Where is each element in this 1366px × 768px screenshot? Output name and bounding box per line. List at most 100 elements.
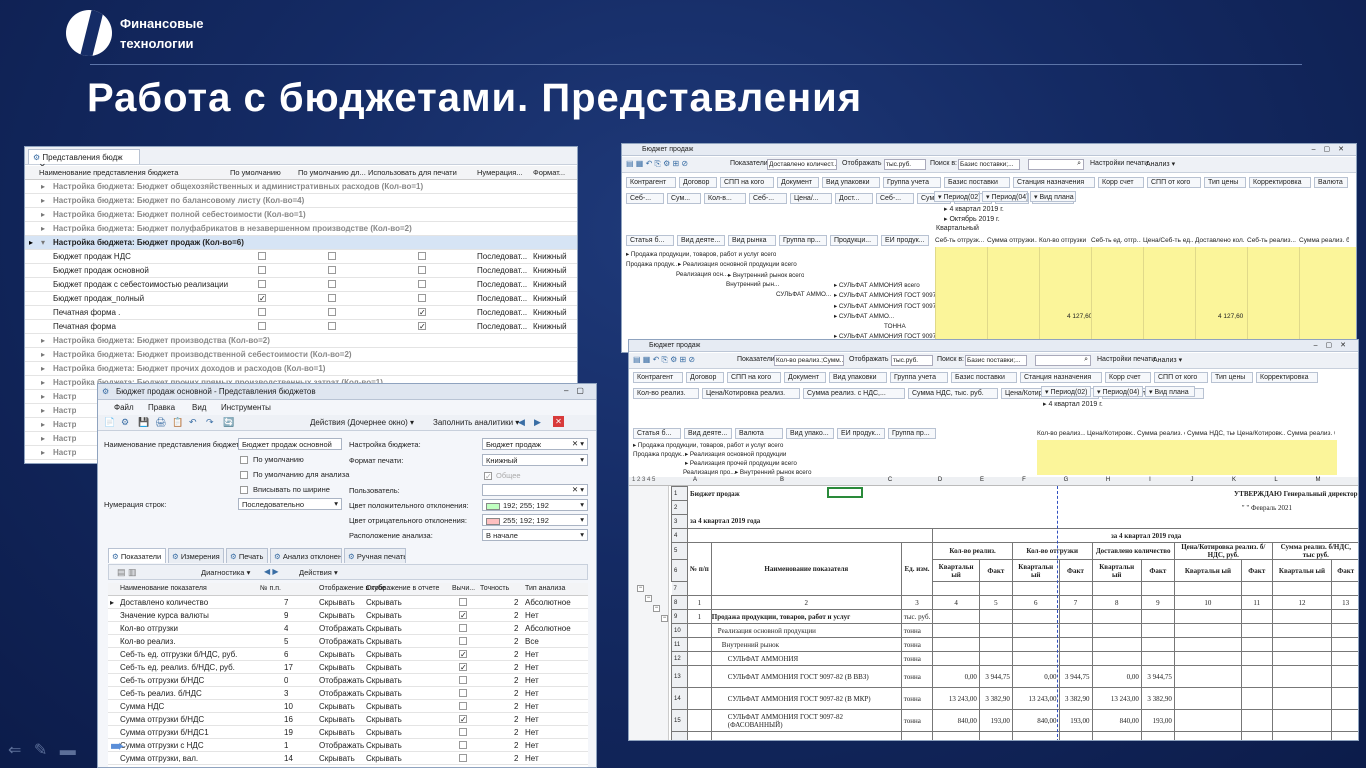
field-chip[interactable]: СПП от кого [1154, 372, 1208, 383]
column-header[interactable]: Цена/Себ-ть ед... [1143, 237, 1193, 244]
sheet-cell[interactable] [1091, 609, 1142, 624]
print-checkbox[interactable]: ✓ [418, 322, 426, 330]
calc-checkbox[interactable] [459, 689, 467, 697]
field-chip[interactable]: СПП от кого [1147, 177, 1201, 188]
sheet-cell[interactable] [978, 623, 1013, 638]
row-header-chip[interactable]: Продукци... [830, 235, 878, 246]
sheet-cell[interactable]: 25 104,45 [1140, 731, 1175, 740]
tab-2[interactable]: ⚙ Измерения [168, 548, 224, 563]
expand-icon[interactable]: ▸ [41, 420, 45, 429]
sheet-cell[interactable]: 3 [900, 595, 934, 610]
sheet-cell[interactable]: 193,00 [978, 709, 1013, 732]
actions-button[interactable]: Действия (Дочернее окно) ▾ [310, 418, 414, 427]
sheet-cell[interactable]: за 4 квартал 2019 года [688, 515, 933, 529]
column-letter[interactable]: D [919, 477, 961, 483]
nav-icons[interactable]: ◀ ▶ [264, 567, 279, 576]
tree-node[interactable]: ТОННА [884, 323, 906, 330]
group-row[interactable]: ▸ Настр [25, 446, 105, 460]
field-chip[interactable]: Вид упаковки [829, 372, 887, 383]
sheet-cell[interactable] [933, 501, 1175, 515]
field-chip[interactable]: Станция назначения [1013, 177, 1095, 188]
close-red-icon[interactable]: ✕ [553, 416, 564, 427]
field-chip[interactable]: Вид упаковки [822, 177, 880, 188]
calc-checkbox[interactable]: ✓ [459, 650, 467, 658]
sheet-cell[interactable]: Факт [1058, 559, 1093, 582]
table-row[interactable]: Кол-во реализ. 5 Отображать Скрывать 2 Все [108, 635, 588, 648]
row-header-chip[interactable]: ЕИ продук... [837, 428, 885, 439]
sheet-cell[interactable]: Кол-во реализ. [932, 542, 1013, 560]
default-checkbox[interactable] [258, 322, 266, 330]
sheet-cell[interactable]: 7 [671, 581, 688, 596]
sheet-cell[interactable]: СУЛЬФАТ АММОНИЯ [710, 651, 902, 666]
toolbar-icon[interactable]: 📄 [104, 417, 115, 428]
sheet-cell[interactable]: 12 [1271, 595, 1333, 610]
table-row[interactable]: Себ-ть реализ. б/НДС 3 Отображать Скрывать 2… [108, 687, 588, 700]
tree-node[interactable]: ▸ СУЛЬФАТ АММО... [834, 313, 894, 320]
sheet-cell[interactable]: 3 944,75 [978, 665, 1013, 688]
column-header[interactable]: Сумма реализ. б... [1287, 430, 1335, 437]
column-header[interactable]: Себ-ть реализ... [1247, 237, 1297, 244]
sheet-cell[interactable]: 14 [671, 687, 688, 710]
group-row[interactable]: ▸ Настройка бюджета: Бюджет производствен… [25, 348, 577, 362]
calc-checkbox[interactable] [459, 728, 467, 736]
column-header[interactable]: Сумма реализ. с... [1137, 430, 1185, 437]
sheet-cell[interactable] [1240, 581, 1273, 596]
table-row[interactable]: Печатная форма . ✓ Последоват... Книжный [25, 306, 577, 320]
field-chip[interactable]: Тип цены [1204, 177, 1246, 188]
sheet-cell[interactable]: Бюджет продаж [688, 487, 933, 501]
sheet-cell[interactable] [932, 623, 980, 638]
sheet-cell[interactable] [688, 501, 933, 515]
sheet-cell[interactable]: 193,00 [1140, 709, 1175, 732]
row-header-chip[interactable]: Группа пр... [888, 428, 936, 439]
sheet-cell[interactable] [687, 623, 712, 638]
field-chip[interactable]: Корректировка [1256, 372, 1318, 383]
column-header[interactable]: Кол-во отгрузки [1039, 237, 1089, 244]
pen-icon[interactable]: ✎ [34, 742, 47, 759]
tree-node[interactable]: ▸ Реализация прочей продукции всего [685, 460, 797, 467]
group-row[interactable]: ▸ Настройка бюджета: Бюджет полной себест… [25, 208, 577, 222]
default-checkbox[interactable] [258, 252, 266, 260]
sheet-cell[interactable]: 9 [671, 609, 688, 624]
expand-icon[interactable]: ▸ [41, 210, 45, 219]
filter-chip[interactable]: Себ-... [876, 193, 914, 204]
period-chip[interactable]: ▾ Вид плана [1145, 386, 1195, 397]
row-header-chip[interactable]: Вид деяте... [677, 235, 725, 246]
table-row[interactable]: Сумма отгрузки б/НДС1 19 Скрывать Скрывать 2… [108, 726, 588, 739]
sheet-cell[interactable]: 16 [671, 731, 688, 740]
column-header[interactable]: Использовать для печати [368, 168, 457, 177]
group-row[interactable]: ▸ Настр [25, 404, 105, 418]
row-header-chip[interactable]: ЕИ продук... [881, 235, 929, 246]
sheet-cell[interactable]: 9 [1140, 595, 1175, 610]
period-chip[interactable]: ▾ Период(04) [1093, 386, 1143, 397]
sheet-cell[interactable]: 13 [1331, 595, 1358, 610]
setting-field[interactable]: Бюджет продаж ✕ ▾ [482, 438, 588, 450]
indicators-select[interactable]: Доставлено количест... [767, 159, 837, 170]
menu-item[interactable]: Файл [114, 403, 134, 412]
dropdown-arrow-icon[interactable]: ✕ ▾ [572, 485, 584, 494]
sheet-cell[interactable]: СУЛЬФАТ АММОНИЯ ГОСТ 9097-82 (В ВВЗ) [710, 665, 902, 688]
field-chip[interactable]: Договор [686, 372, 724, 383]
row-header-chip[interactable]: Валюта [735, 428, 783, 439]
sheet-cell[interactable]: 13 243,00 [1091, 687, 1142, 710]
tree-node[interactable]: ▸ Внутренний рынок всего [735, 469, 811, 476]
table-row[interactable]: Бюджет продаж с себестоимостью реализаци… [25, 278, 577, 292]
diagnostics-button[interactable]: Диагностика ▾ [201, 568, 250, 577]
group-row[interactable]: ▸ Настройка бюджета: Бюджет производства … [25, 334, 577, 348]
field-chip[interactable]: Договор [679, 177, 717, 188]
filter-chip[interactable]: Цена/Котировка реализ. [702, 388, 800, 399]
sheet-cell[interactable]: 0,00 [1091, 665, 1142, 688]
group-row[interactable]: ▸ Настр [25, 432, 105, 446]
tree-node[interactable]: ▸ Реализация основной продукции [685, 451, 786, 458]
sheet-cell[interactable]: 8 [1091, 595, 1142, 610]
back-arrow-icon[interactable]: ⇐ [8, 742, 21, 759]
column-header[interactable]: Сумма отгрузки... [987, 237, 1037, 244]
print-settings-button[interactable]: Настройки печати [1097, 356, 1155, 363]
calc-checkbox[interactable] [459, 676, 467, 684]
calc-checkbox[interactable]: ✓ [459, 611, 467, 619]
sheet-cell[interactable]: 72 050,00 [932, 731, 980, 740]
sheet-cell[interactable] [1173, 651, 1242, 666]
sheet-cell[interactable]: тонна [900, 731, 934, 740]
sheet-cell[interactable]: " " Февраль 2021 [1174, 501, 1358, 515]
sheet-cell[interactable] [1011, 623, 1060, 638]
display-select[interactable]: тыс.руб. [884, 159, 926, 170]
